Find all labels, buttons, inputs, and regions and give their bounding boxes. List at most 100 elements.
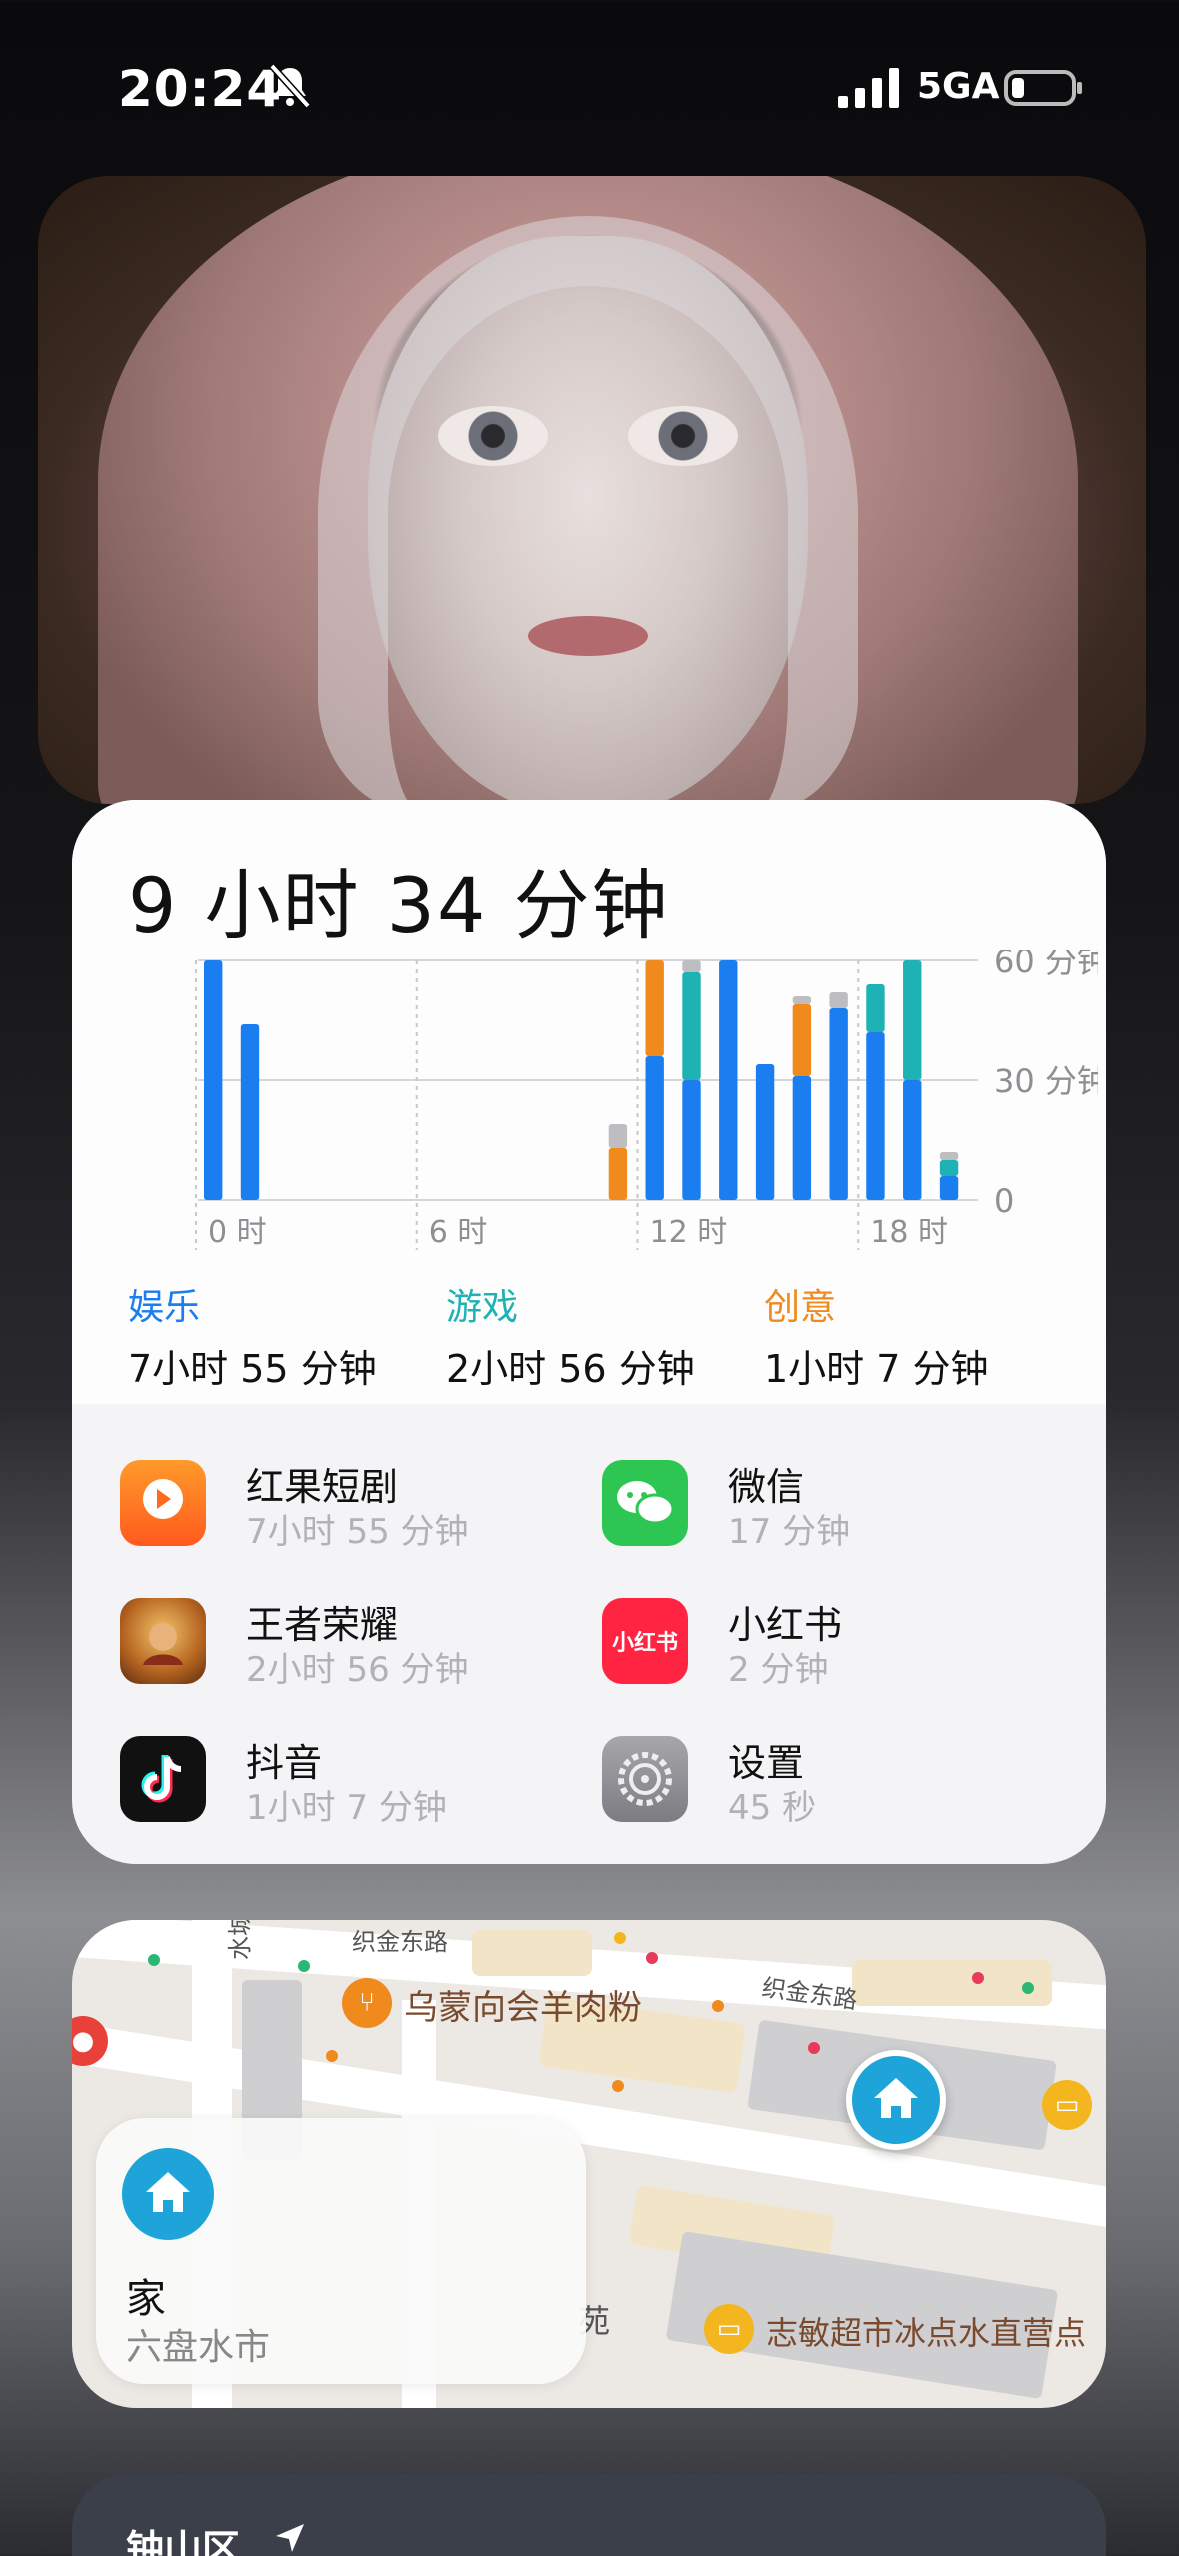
map-dot (1022, 1982, 1034, 1994)
app-name: 王者荣耀 (246, 1603, 399, 1647)
weather-widget[interactable]: 钟山区 (72, 2474, 1106, 2556)
map-dot (612, 2080, 624, 2092)
chart-bar-创意 (608, 1148, 628, 1200)
battery-icon (1004, 70, 1082, 106)
poi-label: 乌蒙向会羊肉粉 (404, 1988, 642, 2028)
app-duration: 1小时 7 分钟 (246, 1788, 447, 1828)
chart-bar-游戏 (682, 972, 701, 1080)
app-item-wechat[interactable]: 微信 17 分钟 (602, 1454, 1042, 1564)
chart-bar-游戏 (939, 1160, 959, 1176)
photo-widget[interactable] (38, 176, 1146, 804)
chart-bar-娱乐 (903, 1080, 922, 1200)
chart-x-tick: 18 时 (870, 1215, 948, 1250)
category-name: 娱乐 (128, 1287, 201, 1328)
app-name: 设置 (728, 1741, 805, 1785)
chart-bar-游戏 (903, 960, 922, 1080)
chart-y-tick: 30 分钟 (994, 1062, 1098, 1100)
store-pin-icon[interactable]: ▭ (704, 2304, 754, 2354)
map-dot (646, 1952, 658, 1964)
app-duration: 2小时 56 分钟 (246, 1650, 469, 1690)
poi-label: 志敏超市冰点水直营点 (766, 2314, 1087, 2352)
xiaohongshu-icon: 小红书 (602, 1598, 688, 1684)
app-duration: 17 分钟 (728, 1512, 851, 1552)
app-item-douyin[interactable]: 抖音 1小时 7 分钟 (120, 1730, 560, 1840)
app-name: 微信 (728, 1465, 805, 1509)
chart-bar-娱乐 (755, 1064, 775, 1200)
app-usage-list: 红果短剧 7小时 55 分钟 微信 17 分钟 王者荣耀 2小时 56 分钟 小… (72, 1404, 1106, 1864)
road-label: 织金东路 (352, 1928, 448, 1956)
chart-bar-娱乐 (866, 1032, 885, 1200)
chart-bar-娱乐 (719, 960, 738, 1200)
chart-x-tick: 12 时 (650, 1215, 728, 1250)
chart-bar-创意 (792, 1004, 812, 1076)
honor-of-kings-icon (120, 1598, 206, 1684)
chart-bar-娱乐 (240, 1024, 260, 1200)
map-dot (326, 2050, 338, 2062)
photo-mouth (528, 616, 648, 656)
app-item-settings[interactable]: 设置 45 秒 (602, 1730, 1042, 1840)
chart-bar-娱乐 (829, 1008, 848, 1200)
app-name: 红果短剧 (246, 1465, 399, 1509)
chart-bar-其他 (939, 1152, 959, 1160)
home-title: 家 (126, 2276, 166, 2322)
chart-bar-其他 (829, 992, 848, 1008)
weather-location: 钟山区 (126, 2527, 241, 2556)
cellular-signal-icon (838, 68, 899, 108)
store-pin-icon[interactable]: ▭ (1042, 2080, 1092, 2130)
network-type: 5GA (917, 66, 1000, 107)
photo-eye-right (628, 406, 738, 466)
category-name: 游戏 (446, 1287, 519, 1328)
status-time: 20:24 (118, 60, 283, 118)
restaurant-pin-icon[interactable]: ⑂ (342, 1978, 392, 2028)
screen-time-summary: 9 小时 34 分钟 60 分钟 30 分钟 0 0 时 6 时 12 时 18 时 娱乐 … (72, 800, 1106, 1404)
chart-bar-游戏 (866, 984, 885, 1032)
chart-bar-娱乐 (204, 960, 223, 1200)
map-block (472, 1930, 592, 1976)
category-entertainment: 娱乐 7小时 55 分钟 (128, 1278, 428, 1393)
map-dot (298, 1960, 310, 1972)
home-card[interactable]: 家 六盘水市 (96, 2118, 586, 2384)
chart-bar-创意 (645, 960, 664, 1056)
chart-y-tick: 60 分钟 (994, 950, 1098, 980)
map-dot (808, 2042, 820, 2054)
map-dot (712, 2000, 724, 2012)
chart-y-tick: 0 (994, 1182, 1014, 1220)
category-name: 创意 (764, 1287, 837, 1328)
app-duration: 7小时 55 分钟 (246, 1512, 469, 1552)
app-item-honor-of-kings[interactable]: 王者荣耀 2小时 56 分钟 (120, 1592, 560, 1702)
photo-hair (318, 216, 858, 804)
app-duration: 45 秒 (728, 1788, 817, 1828)
app-name: 小红书 (728, 1603, 843, 1647)
location-arrow-icon (276, 2524, 304, 2552)
chart-bar-娱乐 (682, 1080, 701, 1200)
map-dot (148, 1954, 160, 1966)
app-item-xiaohongshu[interactable]: 小红书 小红书 2 分钟 (602, 1592, 1042, 1702)
screen-time-chart: 60 分钟 30 分钟 0 0 时 6 时 12 时 18 时 (195, 950, 1098, 1250)
map-dot (614, 1932, 626, 1944)
map-widget[interactable]: 织金东路 织金东路 水城大 ⑂ 乌蒙向会羊肉粉 ▭ 志敏超市冰点水直营点 ▭ ●… (72, 1920, 1106, 2408)
chart-bar-娱乐 (792, 1076, 812, 1200)
home-subtitle: 六盘水市 (126, 2327, 271, 2368)
chart-bar-其他 (792, 996, 812, 1004)
chart-x-tick: 0 时 (208, 1215, 267, 1250)
map-dot (972, 1972, 984, 1984)
category-games: 游戏 2小时 56 分钟 (446, 1278, 746, 1393)
settings-icon (602, 1736, 688, 1822)
silent-bell-icon (269, 63, 311, 109)
chart-bar-娱乐 (939, 1176, 959, 1200)
road-label: 水城大 (226, 1920, 254, 1960)
app-name: 抖音 (246, 1741, 323, 1785)
app-duration: 2 分钟 (728, 1650, 829, 1690)
screen-time-total: 9 小时 34 分钟 (128, 861, 670, 950)
app-item-hongguo[interactable]: 红果短剧 7小时 55 分钟 (120, 1454, 560, 1564)
house-icon (874, 2078, 918, 2118)
chart-bar-娱乐 (645, 1056, 664, 1200)
category-value: 7小时 55 分钟 (128, 1347, 377, 1391)
home-location-pin[interactable] (846, 2050, 946, 2150)
category-value: 1小时 7 分钟 (764, 1347, 989, 1391)
home-icon (122, 2148, 214, 2240)
map-block (852, 1960, 1052, 2006)
wechat-icon (602, 1460, 688, 1546)
hongguo-icon (120, 1460, 206, 1546)
screen-time-widget[interactable]: 9 小时 34 分钟 60 分钟 30 分钟 0 0 时 6 时 12 时 18 时 娱乐 … (72, 800, 1106, 1864)
